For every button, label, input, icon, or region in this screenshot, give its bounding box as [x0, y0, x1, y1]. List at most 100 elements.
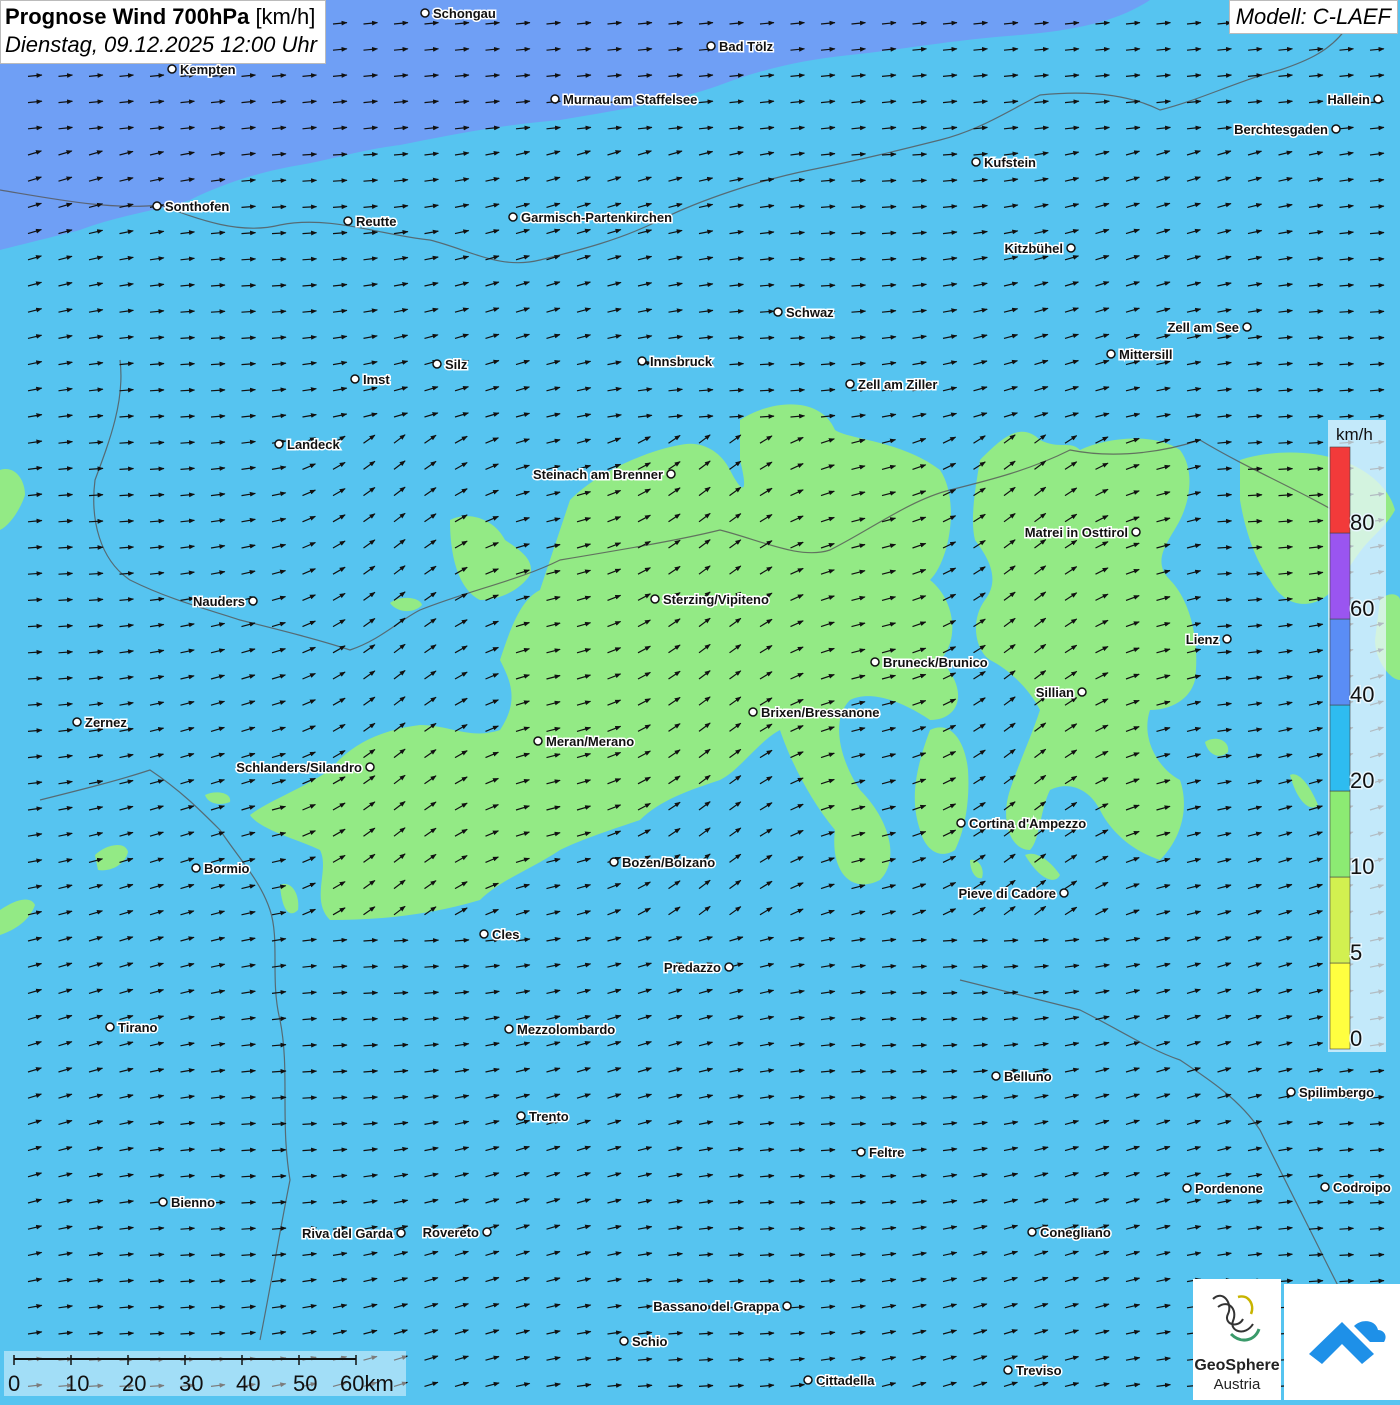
wind-arrow-icon [149, 440, 165, 446]
forecast-datetime: Dienstag, 09.12.2025 12:00 Uhr [5, 32, 317, 57]
city-dot-icon [773, 307, 783, 317]
city-dot-icon [191, 863, 201, 873]
legend-label: 20 [1350, 768, 1374, 793]
wind-arrow-icon [302, 1095, 318, 1101]
wind-arrow-icon [759, 387, 775, 393]
city-label: Zell am See [1167, 320, 1239, 335]
city-label: Belluno [1004, 1069, 1052, 1084]
legend-swatch [1329, 962, 1351, 1050]
legend-label: 10 [1350, 854, 1374, 879]
city-dot-icon [1003, 1365, 1013, 1375]
city-dot-icon [870, 657, 880, 667]
wind-arrow-icon [393, 964, 409, 970]
city-label: Codroipo [1333, 1180, 1391, 1195]
wind-arrow-icon [241, 1173, 257, 1179]
city-dot-icon [782, 1301, 792, 1311]
wind-arrow-icon [363, 990, 379, 996]
wind-arrow-icon [790, 335, 806, 341]
city-marker: Pordenone [1182, 1180, 1264, 1198]
city-dot-icon [856, 1147, 866, 1157]
city-marker: Matrei in Osttirol [1023, 524, 1141, 542]
city-dot-icon [1059, 888, 1069, 898]
city-marker: Schongau [420, 5, 497, 23]
city-label: Garmisch-Partenkirchen [521, 210, 672, 225]
wind-arrow-icon [820, 283, 836, 288]
city-label: Hallein [1327, 92, 1370, 107]
city-marker: Meran/Merano [533, 733, 636, 751]
city-label: Spilimbergo [1299, 1085, 1374, 1100]
city-label: Feltre [869, 1145, 904, 1160]
city-label: Pieve di Cadore [958, 886, 1056, 901]
wind-arrow-icon [1339, 1252, 1355, 1258]
city-dot-icon [971, 157, 981, 167]
city-marker: Sterzing/Vipiteno [650, 591, 770, 609]
wind-arrow-icon [1278, 466, 1294, 472]
city-dot-icon [619, 1336, 629, 1346]
city-label: Silz [445, 357, 468, 372]
wind-arrow-icon [973, 938, 989, 943]
city-marker: Pieve di Cadore [957, 885, 1069, 903]
city-marker: Murnau am Staffelsee [550, 91, 699, 109]
city-label: Sillian [1036, 685, 1074, 700]
city-label: Reutte [356, 214, 396, 229]
city-label: Lienz [1186, 632, 1220, 647]
wind-arrow-icon [271, 1147, 287, 1153]
wind-arrow-icon [332, 1042, 348, 1048]
legend-swatch [1329, 876, 1351, 964]
wind-arrow-icon [912, 1016, 928, 1022]
city-label: Cittadella [816, 1373, 875, 1388]
city-dot-icon [343, 216, 353, 226]
scale-label: 50 [293, 1371, 317, 1396]
wind-arrow-icon [241, 283, 257, 288]
city-label: Mittersill [1119, 347, 1172, 362]
city-marker: Brixen/Bressanone [748, 704, 881, 722]
legend-label: 40 [1350, 682, 1374, 707]
city-dot-icon [152, 201, 162, 211]
city-marker: Riva del Garda [300, 1225, 406, 1243]
city-label: Bad Tölz [719, 39, 774, 54]
wind-arrow-icon [912, 1042, 928, 1048]
city-dot-icon [350, 374, 360, 384]
city-dot-icon [479, 929, 489, 939]
city-dot-icon [158, 1197, 168, 1207]
city-label: Cles [492, 927, 519, 942]
city-dot-icon [167, 64, 177, 74]
city-dot-icon [650, 594, 660, 604]
city-dot-icon [1066, 243, 1076, 253]
legend-swatch [1329, 704, 1351, 792]
legend-label: 60 [1350, 596, 1374, 621]
city-marker: Zell am See [1166, 319, 1252, 337]
city-label: Schlanders/Silandro [236, 760, 362, 775]
city-dot-icon [1286, 1087, 1296, 1097]
legend-swatch [1329, 532, 1351, 620]
city-label: Bormio [204, 861, 250, 876]
scale-bar: 0 10 20 30 40 50 60km [4, 1351, 406, 1396]
city-marker: Spilimbergo [1286, 1084, 1376, 1102]
city-label: Murnau am Staffelsee [563, 92, 697, 107]
city-dot-icon [991, 1071, 1001, 1081]
wind-map: Schongau Bad Tölz Kempten Murnau am Staffel… [0, 0, 1400, 1400]
scale-label: 60km [340, 1371, 394, 1396]
wind-arrow-icon [88, 518, 104, 524]
city-label: Brixen/Bressanone [761, 705, 880, 720]
wind-arrow-icon [241, 1200, 257, 1205]
wind-arrow-icon [180, 387, 196, 393]
color-legend: km/h 0 5 10 20 40 60 80 [1328, 420, 1386, 1053]
city-marker: Steinach am Brenner [531, 466, 676, 484]
city-label: Bozen/Bolzano [622, 855, 715, 870]
city-dot-icon [396, 1228, 406, 1238]
legend-label: 5 [1350, 940, 1362, 965]
model-label: Modell: C-LAEF [1228, 0, 1398, 34]
city-marker: Bassano del Grappa [652, 1298, 792, 1316]
city-dot-icon [1027, 1227, 1037, 1237]
city-marker: Cortina d'Ampezzo [956, 815, 1088, 833]
legend-unit: km/h [1336, 425, 1373, 444]
wind-arrow-icon [1247, 518, 1263, 524]
city-dot-icon [666, 469, 676, 479]
city-label: Nauders [193, 594, 245, 609]
city-label: Treviso [1016, 1363, 1062, 1378]
map-title: Prognose Wind 700hPa [5, 4, 250, 29]
city-label: Schongau [433, 6, 496, 21]
city-marker: Bozen/Bolzano [609, 854, 717, 872]
city-marker: Berchtesgaden [1233, 121, 1341, 139]
